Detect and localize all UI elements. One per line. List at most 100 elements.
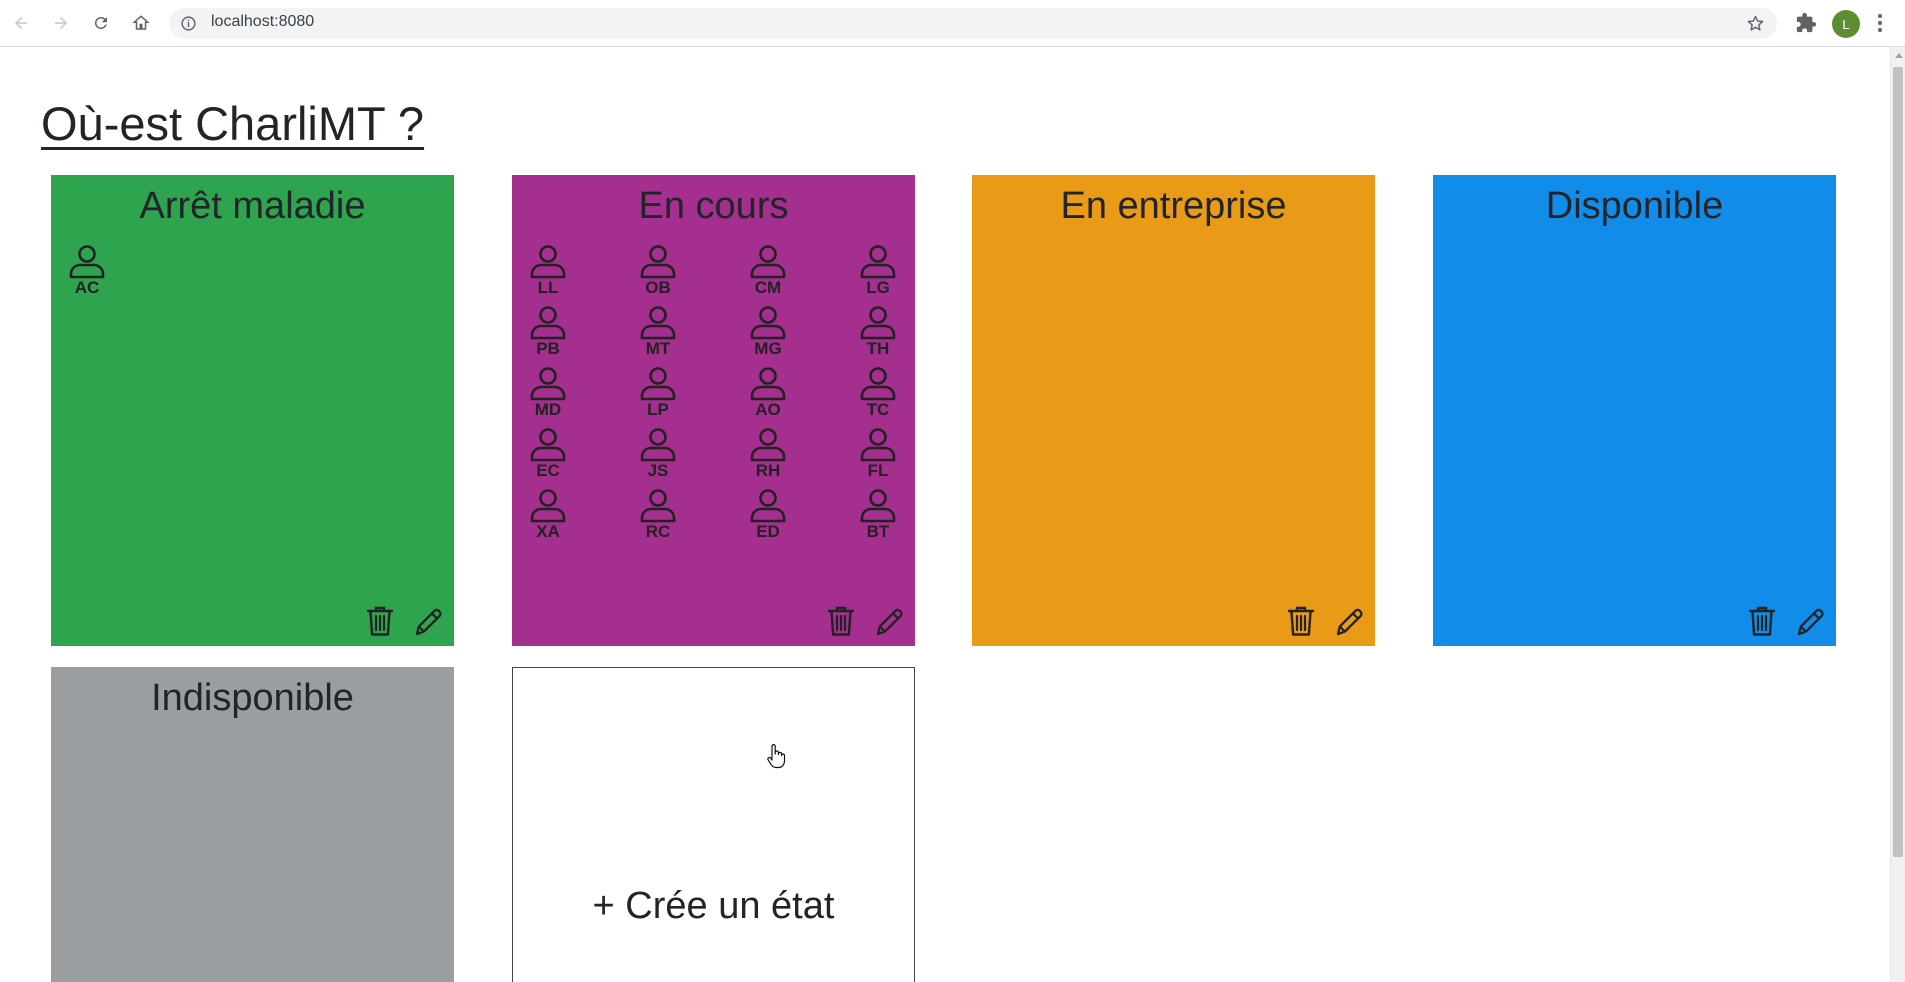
hand-cursor-icon (766, 743, 786, 769)
state-card-arret-maladie[interactable]: Arrêt maladie AC (51, 175, 454, 646)
person-initials: PB (536, 339, 560, 358)
scroll-thumb[interactable] (1893, 67, 1903, 857)
person-icon (68, 243, 106, 279)
extensions-puzzle-icon[interactable] (1795, 12, 1817, 34)
browser-toolbar: localhost:8080 L (0, 0, 1905, 47)
page-title: Où-est CharliMT ? (41, 97, 425, 150)
person-initials: BT (866, 522, 890, 541)
info-icon[interactable] (180, 15, 197, 32)
person-initials: MT (645, 339, 671, 358)
state-card-title: Arrêt maladie (139, 185, 366, 227)
person-initials: LP (647, 400, 669, 419)
state-card-title: En cours (638, 185, 789, 227)
person-initials: AC (74, 278, 100, 297)
profile-avatar[interactable]: L (1832, 10, 1860, 38)
card-actions (825, 604, 905, 638)
person-icon (639, 487, 677, 523)
person-icon (639, 304, 677, 340)
person-initials: XA (536, 522, 560, 541)
trash-icon[interactable] (825, 604, 857, 638)
state-card-en-cours[interactable]: En cours LL OB CM LG PB MT MG TH MD LP AO TC EC JS RH F… (512, 175, 915, 646)
card-actions (364, 604, 444, 638)
person-icon (859, 365, 897, 401)
home-icon[interactable] (129, 11, 153, 35)
person-md[interactable]: MD (522, 365, 574, 419)
forward-arrow-icon[interactable] (49, 11, 73, 35)
bookmark-star-icon[interactable] (1746, 14, 1765, 33)
person-js[interactable]: JS (632, 426, 684, 480)
card-actions (1746, 604, 1826, 638)
scroll-up-arrow-icon[interactable] (1895, 53, 1903, 58)
pencil-icon[interactable] (1794, 604, 1826, 638)
person-icon (529, 426, 567, 462)
person-icon (859, 304, 897, 340)
card-actions (1285, 604, 1365, 638)
person-th[interactable]: TH (852, 304, 904, 358)
person-icon (749, 243, 787, 279)
person-icon (749, 487, 787, 523)
person-initials: LL (537, 278, 559, 297)
person-lp[interactable]: LP (632, 365, 684, 419)
person-initials: TH (866, 339, 890, 358)
person-ed[interactable]: ED (742, 487, 794, 541)
state-card-disponible[interactable]: Disponible (1433, 175, 1836, 646)
state-card-indisponible[interactable]: Indisponible (51, 667, 454, 982)
person-rc[interactable]: RC (632, 487, 684, 541)
person-fl[interactable]: FL (852, 426, 904, 480)
person-icon (639, 243, 677, 279)
person-tc[interactable]: TC (852, 365, 904, 419)
person-initials: CM (754, 278, 782, 297)
person-initials: LG (866, 278, 890, 297)
trash-icon[interactable] (364, 604, 396, 638)
person-icon (639, 365, 677, 401)
person-ob[interactable]: OB (632, 243, 684, 297)
person-initials: MD (534, 400, 562, 419)
person-initials: TC (866, 400, 890, 419)
person-icon (859, 243, 897, 279)
person-icon (529, 304, 567, 340)
reload-icon[interactable] (89, 11, 113, 35)
pencil-icon[interactable] (1333, 604, 1365, 638)
person-icon (529, 487, 567, 523)
state-card-title: Disponible (1545, 185, 1724, 227)
person-initials: OB (645, 278, 671, 297)
person-ec[interactable]: EC (522, 426, 574, 480)
person-initials: ED (756, 522, 780, 541)
url-text[interactable]: localhost:8080 (211, 13, 314, 31)
pencil-icon[interactable] (873, 604, 905, 638)
person-initials: FL (867, 461, 889, 480)
person-icon (749, 365, 787, 401)
person-icon (639, 426, 677, 462)
person-ao[interactable]: AO (742, 365, 794, 419)
address-bar[interactable]: localhost:8080 (169, 8, 1777, 39)
person-ll[interactable]: LL (522, 243, 574, 297)
trash-icon[interactable] (1285, 604, 1317, 638)
person-icon (749, 304, 787, 340)
person-cm[interactable]: CM (742, 243, 794, 297)
state-card-title: Indisponible (151, 677, 354, 719)
person-rh[interactable]: RH (742, 426, 794, 480)
person-icon (859, 487, 897, 523)
person-icon (529, 365, 567, 401)
state-card-en-entreprise[interactable]: En entreprise (972, 175, 1375, 646)
people-grid: LL OB CM LG PB MT MG TH MD LP AO TC EC JS RH FL XA RC ED BT (522, 243, 915, 541)
pencil-icon[interactable] (412, 604, 444, 638)
person-mg[interactable]: MG (742, 304, 794, 358)
person-initials: AO (755, 400, 781, 419)
person-icon (749, 426, 787, 462)
person-xa[interactable]: XA (522, 487, 574, 541)
person-mt[interactable]: MT (632, 304, 684, 358)
person-lg[interactable]: LG (852, 243, 904, 297)
person-bt[interactable]: BT (852, 487, 904, 541)
person-initials: MG (754, 339, 782, 358)
create-state-button[interactable]: + Crée un état (512, 667, 915, 982)
person-initials: RH (755, 461, 781, 480)
page-scrollbar[interactable] (1890, 47, 1905, 982)
trash-icon[interactable] (1746, 604, 1778, 638)
kebab-menu-icon[interactable] (1876, 12, 1884, 34)
person-pb[interactable]: PB (522, 304, 574, 358)
person-ac[interactable]: AC (61, 243, 113, 297)
state-card-title: En entreprise (1060, 185, 1287, 227)
person-initials: EC (536, 461, 560, 480)
back-arrow-icon[interactable] (9, 11, 33, 35)
